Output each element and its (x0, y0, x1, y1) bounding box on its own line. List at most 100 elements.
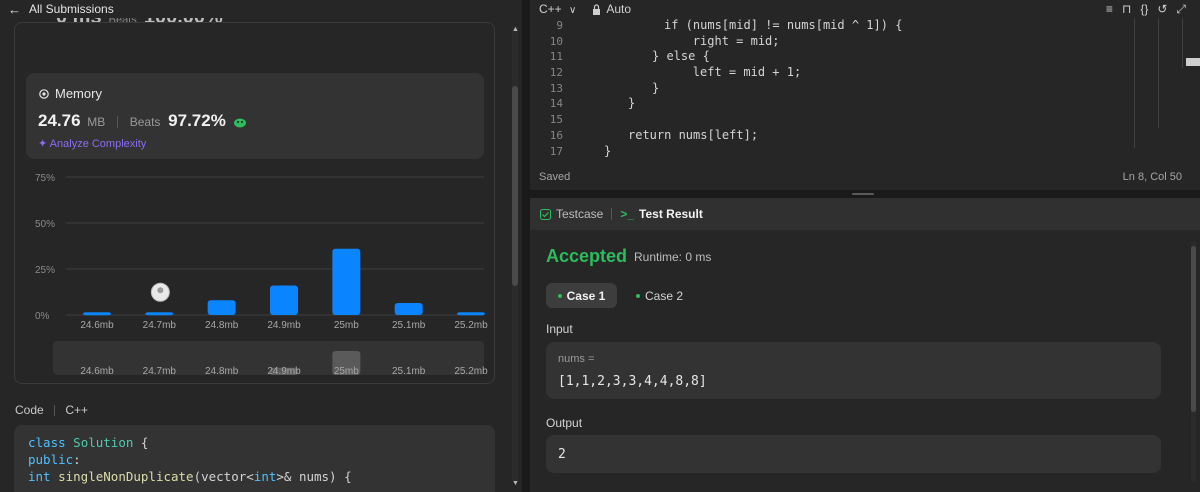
result-scrollbar[interactable] (1188, 234, 1198, 490)
memory-chip-icon (39, 88, 49, 99)
y-tick-label: 75% (35, 173, 55, 184)
bookmark-icon[interactable]: ⊓ (1122, 2, 1131, 17)
input-variable-name: nums = (558, 353, 595, 365)
auto-mode[interactable]: Auto (592, 2, 631, 16)
language-select-label: C++ (539, 2, 562, 16)
memory-value: 24.76 (38, 111, 81, 130)
memory-title-label: Memory (55, 86, 102, 101)
output-box: 2 (546, 435, 1161, 473)
code-label: Code (15, 403, 44, 417)
range-tick-label: 24.8mb (205, 366, 239, 377)
line-text: if (nums[mid] != nums[mid ^ 1]) { (664, 18, 903, 32)
tab-test-result[interactable]: >_ Test Result (620, 207, 702, 221)
all-submissions-link[interactable]: ← All Submissions (0, 0, 522, 18)
vertical-divider[interactable] (522, 0, 530, 492)
auto-mode-label: Auto (606, 2, 632, 16)
x-tick-label: 25mb (334, 320, 359, 331)
line-number: 12 (549, 66, 563, 80)
line-text: } (604, 143, 612, 158)
line-text: } (652, 80, 660, 95)
scroll-down-icon[interactable]: ▼ (512, 480, 519, 487)
line-text: left = mid + 1; (692, 65, 802, 80)
editor-line: 15 (530, 112, 1180, 128)
test-result-panel: Testcase >_ Test Result Accepted Runtime… (530, 198, 1200, 492)
memory-distribution-chart[interactable]: 75% 50% 25% 0% 24.6mb 24.7mb 24.8mb 24.9mb 25mb 2… (0, 165, 500, 345)
output-value: 2 (558, 447, 566, 462)
input-value: [1,1,2,3,3,4,4,8,8] (558, 374, 707, 389)
braces-icon[interactable]: {} (1140, 2, 1148, 17)
scroll-up-icon[interactable]: ▲ (512, 26, 519, 33)
all-submissions-label: All Submissions (29, 2, 114, 16)
memory-beats-value: 97.72% (168, 111, 226, 130)
editor-tools: ≡ ⊓ {} ↺ ⤢ (1106, 2, 1186, 17)
memory-box[interactable]: Memory 24.76 MB Beats 97.72% ✦ Analyze C… (26, 73, 484, 159)
bar (394, 303, 423, 315)
bar (83, 312, 111, 316)
lock-icon (593, 3, 601, 15)
line-number: 13 (549, 81, 563, 95)
editor-line: 17} (530, 144, 1180, 160)
x-tick-label: 24.8mb (205, 320, 239, 331)
format-icon[interactable]: ≡ (1106, 2, 1113, 17)
analyze-complexity-button[interactable]: ✦ Analyze Complexity (38, 137, 146, 150)
language-select[interactable]: C++ ∨ (539, 2, 576, 16)
result-tabs: Testcase >_ Test Result (530, 198, 1200, 230)
divider-grip[interactable] (852, 193, 874, 195)
x-tick-label: 24.9mb (267, 320, 301, 331)
case-1-label: Case 1 (566, 288, 606, 303)
y-tick-label: 25% (35, 265, 55, 276)
editor-line: 11 } else { (530, 49, 1180, 65)
tab-separator (611, 208, 613, 220)
code-line: class Solution { (28, 435, 149, 450)
range-tick-label: 24.6mb (80, 366, 114, 377)
line-number: 16 (549, 128, 563, 142)
code-line: public: (28, 452, 81, 467)
range-tick-label: 24.9mb (267, 366, 301, 377)
result-scrollbar-thumb[interactable] (1191, 246, 1196, 412)
bar (332, 248, 361, 315)
output-label: Output (546, 416, 583, 430)
code-language: C++ (65, 403, 89, 417)
editor-toolbar: C++ ∨ Auto ≡ ⊓ {} ↺ ⤢ (530, 0, 1200, 18)
range-tick-label: 25mb (334, 366, 359, 377)
line-number: 15 (549, 113, 563, 127)
line-number: 10 (549, 34, 563, 48)
editor-line: 12 left = mid + 1; (530, 65, 1180, 81)
editor-code-lines: 9 if (nums[mid] != nums[mid ^ 1]) {10 righ… (530, 18, 1180, 159)
editor-line: 13} (530, 81, 1180, 97)
line-number: 11 (549, 50, 563, 64)
editor-line: 16 return nums[left]; (530, 128, 1180, 144)
left-scrollbar[interactable] (510, 26, 520, 482)
editor-line: 10 right = mid; (530, 34, 1180, 50)
line-text: } (628, 96, 636, 111)
expand-icon[interactable]: ⤢ (1176, 2, 1186, 17)
tab-test-result-label: Test Result (639, 207, 703, 221)
left-scrollbar-thumb[interactable] (512, 86, 518, 286)
horizontal-divider[interactable] (530, 190, 1200, 198)
code-line: int singleNonDuplicate(vector<int>& nums… (28, 469, 352, 484)
line-number: 14 (549, 97, 563, 111)
editor-scroll-thumb[interactable] (1186, 58, 1200, 66)
green-blob-icon (233, 118, 246, 128)
bar (207, 300, 236, 315)
range-selector-chart: 24.6mb 24.7mb 24.8mb 24.9mb 25mb 25.1mb 25.2mb (80, 351, 488, 377)
bar (457, 312, 485, 316)
bar (270, 285, 298, 315)
x-tick-label: 24.6mb (80, 320, 114, 331)
line-text: } else { (652, 49, 710, 64)
cursor-position: Ln 8, Col 50 (1122, 171, 1182, 183)
tab-testcase[interactable]: Testcase (540, 207, 603, 221)
bar (145, 312, 174, 316)
case-2-button[interactable]: Case 2 (636, 283, 683, 308)
memory-separator (117, 115, 119, 128)
reset-icon[interactable]: ↺ (1157, 2, 1167, 17)
memory-unit: MB (87, 115, 106, 129)
range-tick-label: 24.7mb (143, 366, 177, 377)
input-label: Input (546, 322, 573, 336)
checkbox-icon (540, 208, 551, 220)
code-editor[interactable]: C++ ∨ Auto ≡ ⊓ {} ↺ ⤢ 9 if (nums[mid] != … (530, 0, 1200, 190)
back-arrow-icon: ← (8, 1, 21, 17)
chevron-down-icon: ∨ (569, 5, 577, 16)
case-1-button[interactable]: Case 1 (546, 283, 617, 308)
submitted-code-box[interactable]: class Solution { public: int singleNonDu… (14, 425, 495, 492)
